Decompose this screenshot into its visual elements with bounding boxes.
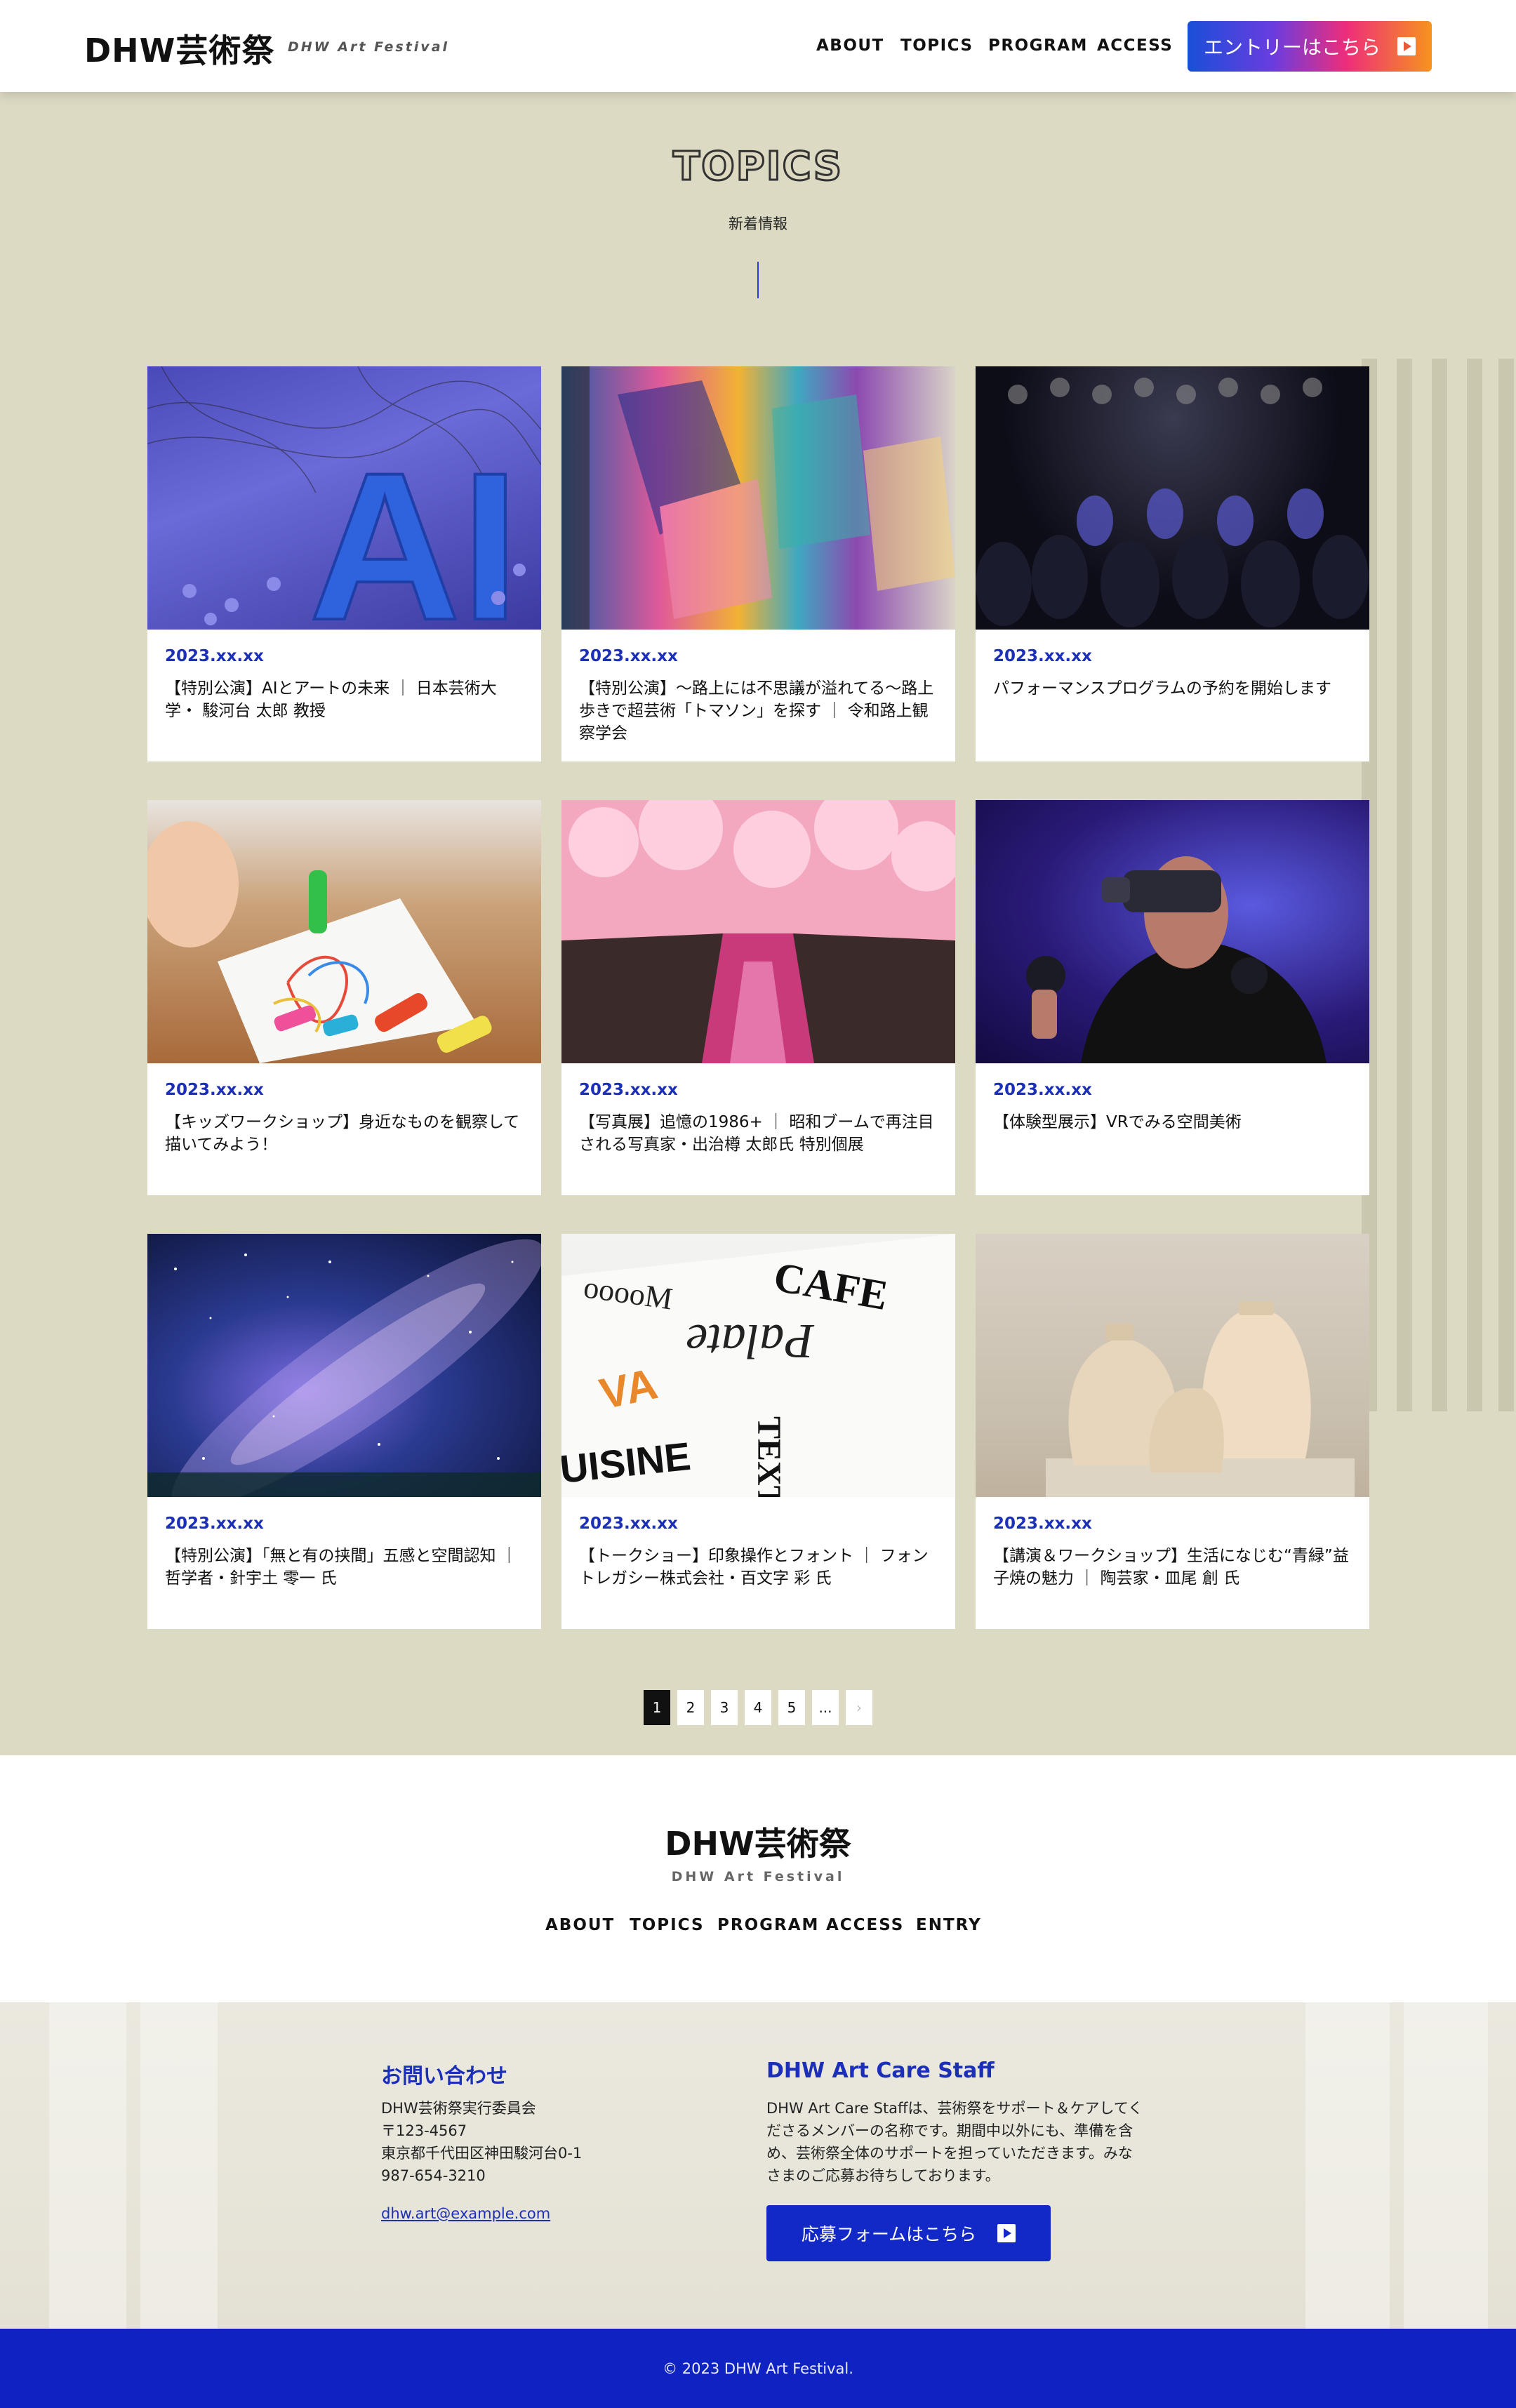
section-subtitle: 新着情報: [729, 215, 787, 232]
staff-heading: DHW Art Care Staff: [766, 2058, 995, 2083]
entry-button-label: エントリーはこちら: [1203, 36, 1381, 59]
card-image: AI: [147, 366, 541, 630]
contact-heading: お問い合わせ: [381, 2064, 507, 2089]
card-date: 2023.xx.xx: [993, 1515, 1092, 1533]
contact-address: 東京都千代田区神田駿河台0-1: [381, 2145, 583, 2162]
nav-access[interactable]: ACCESS: [1097, 36, 1173, 55]
topic-card[interactable]: AI 2023.xx.xx 【特別公演】AIとアートの未来 ｜ 日本芸術大学・ …: [147, 366, 541, 761]
contact-email-link[interactable]: dhw.art@example.com: [381, 2205, 550, 2222]
card-date: 2023.xx.xx: [165, 647, 264, 665]
card-date: 2023.xx.xx: [993, 647, 1092, 665]
staff-text-line-1: DHW Art Care Staffは、芸術祭をサポート＆ケアしてく: [766, 2100, 1143, 2117]
card-date: 2023.xx.xx: [579, 1515, 678, 1533]
copyright-bar: © 2023 DHW Art Festival.: [0, 2329, 1516, 2408]
play-icon: [997, 2224, 1016, 2242]
apply-form-button[interactable]: 応募フォームはこちら: [766, 2205, 1051, 2261]
footer-nav-access[interactable]: ACCESS: [826, 1916, 904, 1934]
topic-card[interactable]: 2023.xx.xx 【キッズワークショップ】身近なものを観察して描いてみよう！: [147, 800, 541, 1195]
page-4-button[interactable]: 4: [745, 1690, 771, 1725]
card-image: [147, 800, 541, 1063]
nav-program[interactable]: PROGRAM: [988, 36, 1088, 55]
card-title: 【特別公演】〜路上には不思議が溢れてる〜路上歩きで超芸術「トマソン」を探す ｜ …: [579, 679, 934, 743]
footer-nav-section: DHW芸術祭 DHW Art Festival ABOUT TOPICS PRO…: [0, 1755, 1516, 2002]
contact-section: お問い合わせ DHW芸術祭実行委員会 〒123-4567 東京都千代田区神田駿河…: [0, 2002, 1516, 2329]
card-title: 【キッズワークショップ】身近なものを観察して描いてみよう！: [165, 1113, 520, 1154]
staff-text-line-2: ださるメンバーの名称です。期間中以外にも、準備を含: [766, 2122, 1133, 2139]
topic-card[interactable]: 2023.xx.xx 【特別公演】〜路上には不思議が溢れてる〜路上歩きで超芸術「…: [561, 366, 955, 761]
svg-text:AI: AI: [309, 428, 519, 630]
card-title: 【トークショー】印象操作とフォント ｜ フォントレガシー株式会社・百文字 彩 氏: [579, 1547, 929, 1588]
card-title: 【特別公演】「無と有の挟間」五感と空間認知 ｜ 哲学者・針宇土 零一 氏: [165, 1547, 517, 1588]
nav-topics[interactable]: TOPICS: [900, 36, 973, 55]
footer-logo-subtitle: DHW Art Festival: [671, 1869, 845, 1884]
svg-text:Palate: Palate: [686, 1314, 815, 1368]
card-image: [976, 800, 1369, 1063]
copyright-text: © 2023 DHW Art Festival.: [663, 2360, 853, 2377]
apply-form-button-label: 応募フォームはこちら: [801, 2224, 977, 2244]
site-header: DHW芸術祭 DHW Art Festival ABOUT TOPICS PRO…: [0, 0, 1516, 92]
topic-card[interactable]: ooooM CAFE Palate VA UISINE TEXT 2023.xx…: [561, 1234, 955, 1629]
page-5-button[interactable]: 5: [778, 1690, 805, 1725]
page-2-button[interactable]: 2: [677, 1690, 704, 1725]
topic-card[interactable]: 2023.xx.xx 【写真展】追憶の1986+ ｜ 昭和ブームで再注目される写…: [561, 800, 955, 1195]
page-ellipsis: ...: [812, 1690, 839, 1725]
footer-nav-topics[interactable]: TOPICS: [630, 1916, 705, 1934]
footer-nav-about[interactable]: ABOUT: [545, 1916, 615, 1934]
next-page-button[interactable]: ›: [846, 1690, 872, 1725]
card-image: [976, 366, 1369, 630]
svg-text:TEXT: TEXT: [750, 1416, 787, 1497]
background-decoration: [1355, 359, 1516, 1411]
entry-button[interactable]: エントリーはこちら: [1188, 21, 1432, 72]
topic-card[interactable]: 2023.xx.xx 【体験型展示】VRでみる空間美術: [976, 800, 1369, 1195]
topics-section: TOPICS 新着情報 AI 2023.xx.xx 【特別公演】AIとアートの未…: [0, 92, 1516, 1755]
topic-card[interactable]: 2023.xx.xx 【講演＆ワークショップ】生活になじむ“青緑”益子焼の魅力 …: [976, 1234, 1369, 1629]
contact-zip: 〒123-4567: [381, 2122, 467, 2139]
card-image: [561, 366, 955, 630]
page-3-button[interactable]: 3: [711, 1690, 738, 1725]
card-date: 2023.xx.xx: [165, 1515, 264, 1533]
staff-text-line-3: め、芸術祭全体のサポートを担っていただきます。みな: [766, 2145, 1133, 2162]
card-image: [147, 1234, 541, 1497]
divider-line: [757, 262, 759, 298]
contact-phone: 987-654-3210: [381, 2167, 486, 2184]
topic-card[interactable]: 2023.xx.xx 【特別公演】「無と有の挟間」五感と空間認知 ｜ 哲学者・針…: [147, 1234, 541, 1629]
card-date: 2023.xx.xx: [165, 1081, 264, 1099]
card-image: ooooM CAFE Palate VA UISINE TEXT: [561, 1234, 955, 1497]
card-title: 【写真展】追憶の1986+ ｜ 昭和ブームで再注目される写真家・出治樽 太郎氏 …: [579, 1113, 934, 1154]
page-1-button[interactable]: 1: [644, 1690, 670, 1725]
play-icon: [1397, 37, 1416, 55]
footer-nav-program[interactable]: PROGRAM: [717, 1916, 819, 1934]
card-title: 【講演＆ワークショップ】生活になじむ“青緑”益子焼の魅力 ｜ 陶芸家・皿尾 創 …: [993, 1547, 1349, 1588]
staff-text-line-4: さまのご応募お待ちしております。: [766, 2167, 1000, 2184]
card-date: 2023.xx.xx: [579, 1081, 678, 1099]
site-logo-subtitle: DHW Art Festival: [288, 39, 450, 55]
footer-nav-entry[interactable]: ENTRY: [916, 1916, 982, 1934]
card-image: [976, 1234, 1369, 1497]
card-title: 【特別公演】AIとアートの未来 ｜ 日本芸術大学・ 駿河台 太郎 教授: [165, 679, 497, 720]
contact-org: DHW芸術祭実行委員会: [381, 2100, 536, 2117]
card-title: パフォーマンスプログラムの予約を開始します: [993, 679, 1331, 698]
card-date: 2023.xx.xx: [993, 1081, 1092, 1099]
section-title: TOPICS: [672, 143, 844, 191]
card-date: 2023.xx.xx: [579, 647, 678, 665]
card-title: 【体験型展示】VRでみる空間美術: [993, 1113, 1242, 1131]
card-image: [561, 800, 955, 1063]
nav-about[interactable]: ABOUT: [816, 36, 884, 55]
footer-logo[interactable]: DHW芸術祭: [0, 1818, 1516, 1865]
topic-card[interactable]: 2023.xx.xx パフォーマンスプログラムの予約を開始します: [976, 366, 1369, 761]
site-logo[interactable]: DHW芸術祭: [84, 25, 274, 72]
